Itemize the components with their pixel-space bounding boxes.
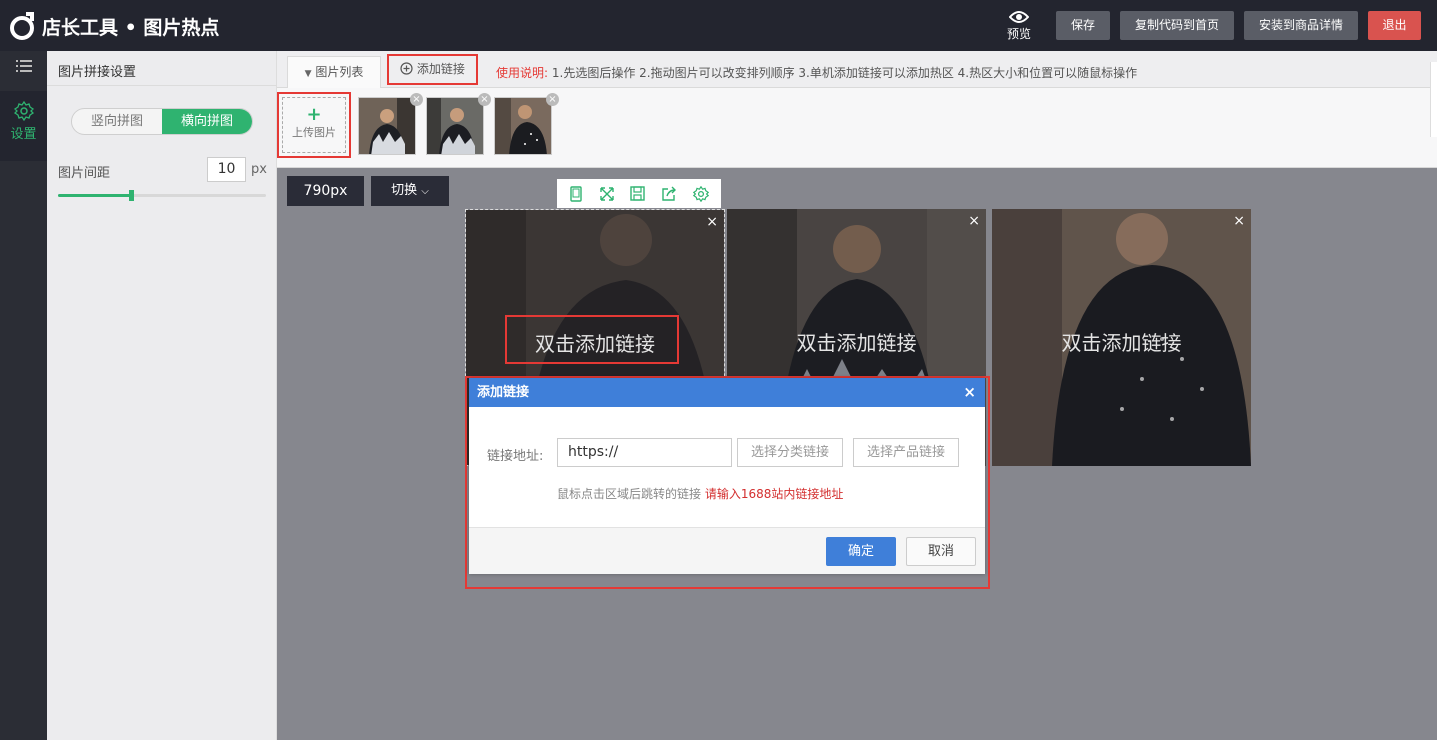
preview-label: 预览 [1006,27,1031,41]
gap-slider-fill [58,194,131,197]
tab-image-list[interactable]: ▼ 图片列表 [287,56,381,88]
upload-image-button[interactable]: + 上传图片 [277,92,351,158]
top-bar: 店长工具 • 图片热点 预览 保存 复制代码到首页 安装到商品详情 退出 [0,0,1437,51]
logo-icon [10,12,34,40]
settings-label: 设置 [10,127,37,142]
layout-toggle: 竖向拼图 横向拼图 [71,108,253,135]
hotspot-area[interactable] [505,315,679,364]
settings-panel: 图片拼接设置 竖向拼图 横向拼图 图片间距 10 px [47,51,277,740]
remove-thumbnail-button[interactable]: × [546,93,559,106]
copy-code-button[interactable]: 复制代码到首页 [1120,11,1234,40]
image-thumbnail[interactable] [426,97,484,155]
plus-icon: + [306,104,322,125]
list-icon [15,60,32,72]
vertical-layout-option[interactable]: 竖向拼图 [72,109,162,134]
hotspot-label: 双击添加链接 [796,331,917,355]
select-category-link-button[interactable]: 选择分类链接 [737,438,843,467]
close-icon[interactable]: × [963,378,976,407]
hint-text: 鼠标点击区域后跳转的链接 [557,487,702,501]
horizontal-layout-option[interactable]: 横向拼图 [162,109,252,134]
confirm-button[interactable]: 确定 [826,537,896,566]
remove-image-button[interactable]: × [706,214,718,230]
usage-text: 1.先选图后操作 2.拖动图片可以改变排列顺序 3.单机添加链接可以添加热区 4… [551,66,1138,80]
gap-label: 图片间距 [58,166,111,181]
image-panel[interactable]: × 双击添加链接 [992,209,1251,466]
app-logo: 店长工具 • 图片热点 [8,10,219,42]
hint-warning: 请输入1688站内链接地址 [704,487,844,501]
link-hint: 鼠标点击区域后跳转的链接 请输入1688站内链接地址 [557,485,843,502]
size-button[interactable]: 790px [287,176,364,206]
cancel-button[interactable]: 取消 [906,537,976,566]
remove-thumbnail-button[interactable]: × [478,93,491,106]
image-strip: + 上传图片 × × × [277,88,1437,168]
image-thumbnail[interactable] [494,97,552,155]
add-link-dialog: 添加链接 × 链接地址: https:// 选择分类链接 选择产品链接 鼠标点击… [469,378,985,574]
share-icon[interactable] [661,186,677,202]
panel-title: 图片拼接设置 [58,65,137,80]
divider [47,85,277,86]
tab-bar: ▼ 图片列表 添加链接 使用说明: 1.先选图后操作 2.拖动图片可以改变排列顺… [277,51,1437,88]
dialog-title: 添加链接 [477,385,530,400]
add-link-button[interactable]: 添加链接 [387,54,478,85]
add-link-label: 添加链接 [416,62,465,76]
app-title: 店长工具 • 图片热点 [42,16,220,39]
gear-icon [13,101,34,121]
eye-icon [1009,11,1029,23]
gap-slider-handle[interactable] [128,190,134,201]
preview-button[interactable]: 预览 [1003,10,1035,42]
gap-slider[interactable] [58,190,266,201]
url-label: 链接地址: [487,449,544,464]
exit-button[interactable]: 退出 [1368,11,1421,40]
menu-toggle[interactable] [0,51,47,81]
caret-down-icon: ▼ [304,69,312,79]
gear-icon[interactable] [693,185,710,202]
hotspot-label: 双击添加链接 [1061,331,1182,355]
dialog-header: 添加链接 × [469,378,985,407]
tab-image-list-label: 图片列表 [315,65,364,79]
mobile-icon[interactable] [569,185,583,202]
side-drawer-edge[interactable] [1430,62,1437,137]
remove-image-button[interactable]: × [968,213,980,229]
left-rail: 设置 [0,51,53,740]
usage-prefix: 使用说明: [496,66,549,80]
install-button[interactable]: 安装到商品详情 [1244,11,1358,40]
usage-instructions: 使用说明: 1.先选图后操作 2.拖动图片可以改变排列顺序 3.单机添加链接可以… [496,64,1137,81]
sidebar-item-settings[interactable]: 设置 [0,91,53,161]
remove-thumbnail-button[interactable]: × [410,93,423,106]
gap-unit: px [251,162,267,177]
switch-label: 切换 [391,183,418,198]
save-button[interactable]: 保存 [1056,11,1110,40]
gap-input[interactable]: 10 [207,157,246,182]
dialog-footer: 确定 取消 [469,527,985,574]
save-icon[interactable] [630,186,646,201]
chevron-down-icon: ⌵ [421,186,429,197]
expand-icon[interactable] [599,186,615,202]
switch-button[interactable]: 切换 ⌵ [371,176,449,206]
image-thumbnail[interactable] [358,97,416,155]
remove-image-button[interactable]: × [1233,213,1245,229]
upload-label: 上传图片 [292,126,336,139]
select-product-link-button[interactable]: 选择产品链接 [853,438,959,467]
image-toolbar [557,179,721,208]
plus-circle-icon [400,62,413,75]
url-input[interactable]: https:// [557,438,732,467]
